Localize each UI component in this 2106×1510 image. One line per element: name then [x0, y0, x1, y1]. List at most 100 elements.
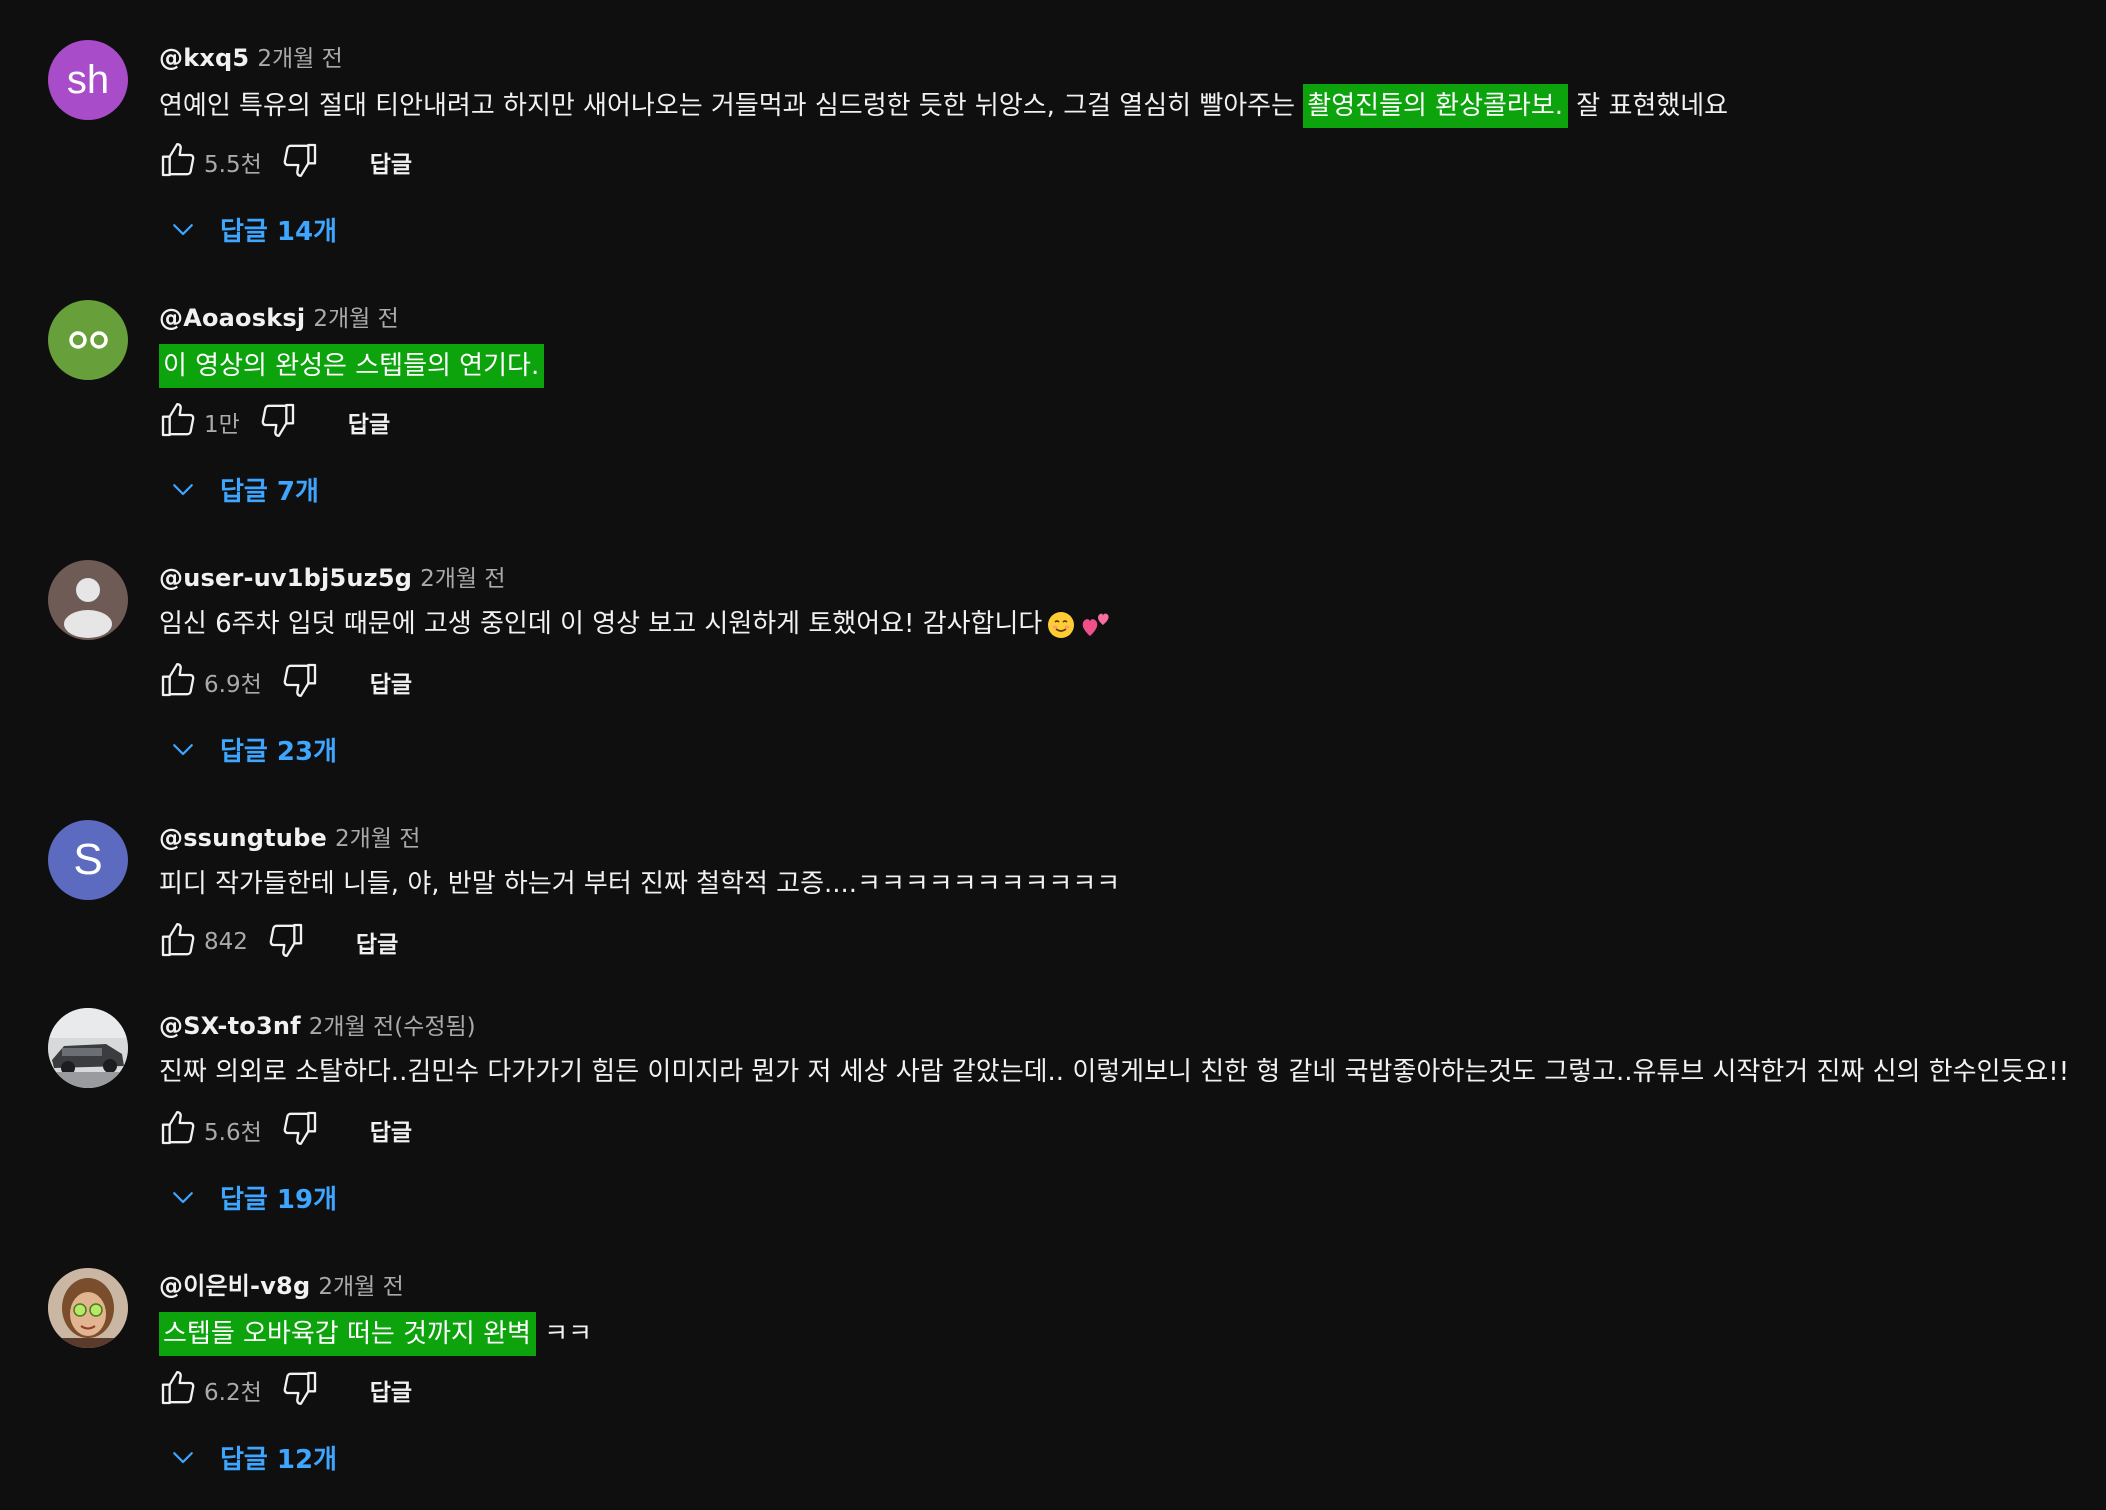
like-button[interactable] [154, 1366, 202, 1414]
dislike-button[interactable] [276, 1106, 324, 1154]
reply-button[interactable]: 답글 [370, 665, 412, 699]
highlighted-text: 촬영진들의 환상콜라보. [1303, 84, 1569, 128]
reply-button[interactable]: 답글 [348, 405, 390, 439]
comment-header: @이은비-v8g 2개월 전 [159, 1270, 404, 1302]
comment-text: 진짜 의외로 소탈하다..김민수 다가가기 힘든 이미지라 뭔가 저 세상 사람… [159, 1052, 2069, 1092]
comment-timestamp[interactable]: 2개월 전 [257, 46, 342, 72]
comment-header: @SX-to3nf 2개월 전(수정됨) [159, 1010, 476, 1042]
view-replies-button[interactable]: 답글 12개 [160, 1434, 337, 1480]
thumbs-up-icon [158, 140, 198, 184]
comment-text-segment: 잘 표현했네요 [1568, 91, 1729, 121]
thumbs-down-icon [280, 660, 320, 704]
reply-button[interactable]: 답글 [370, 1373, 412, 1407]
comment-timestamp[interactable]: 2개월 전 [313, 306, 398, 332]
chevron-down-icon [160, 466, 206, 512]
like-count: 5.6천 [204, 1120, 262, 1146]
comment-header: @user-uv1bj5uz5g 2개월 전 [159, 562, 506, 594]
thumbs-down-icon [258, 400, 298, 444]
comment-timestamp[interactable]: 2개월 전 [335, 826, 420, 852]
comment-text-segment: ㅋㅋ [535, 1319, 593, 1349]
like-button[interactable] [154, 658, 202, 706]
replies-count-label: 답글 7개 [220, 476, 319, 507]
avatar[interactable] [48, 560, 128, 640]
like-count: 842 [204, 929, 248, 955]
like-count: 5.5천 [204, 152, 262, 178]
chevron-down-icon [160, 726, 206, 772]
comment-actions: 5.5천 답글 [154, 138, 412, 186]
avatar[interactable] [48, 300, 128, 380]
highlighted-text: 스텝들 오바육갑 떠는 것까지 완벽 [159, 1312, 536, 1356]
thumbs-down-icon [266, 920, 306, 964]
like-count: 1만 [204, 412, 240, 438]
comment-actions: 6.2천 답글 [154, 1366, 412, 1414]
comment-actions: 842 답글 [154, 918, 398, 966]
avatar[interactable]: sh [48, 40, 128, 120]
avatar[interactable]: S [48, 820, 128, 900]
comment-actions: 1만 답글 [154, 398, 390, 446]
thumbs-down-icon [280, 1368, 320, 1412]
replies-count-label: 답글 19개 [220, 1184, 337, 1215]
chevron-down-icon [160, 1174, 206, 1220]
comment-header: @kxq5 2개월 전 [159, 42, 343, 74]
avatar-letters: S [73, 835, 103, 884]
chevron-down-icon [160, 1434, 206, 1480]
thumbs-down-icon [280, 140, 320, 184]
highlighted-text: 이 영상의 완성은 스텝들의 연기다. [159, 344, 545, 388]
comment-text: 연예인 특유의 절대 티안내려고 하지만 새어나오는 거들먹과 심드렁한 듯한 … [159, 84, 1729, 128]
author-name[interactable]: @Aoaosksj [159, 304, 305, 332]
avatar-letters: sh [66, 58, 110, 102]
reply-button[interactable]: 답글 [370, 1113, 412, 1147]
view-replies-button[interactable]: 답글 7개 [160, 466, 319, 512]
thumbs-up-icon [158, 400, 198, 444]
comment-actions: 5.6천 답글 [154, 1106, 412, 1154]
view-replies-button[interactable]: 답글 23개 [160, 726, 337, 772]
comment-header: @Aoaosksj 2개월 전 [159, 302, 399, 334]
comment-timestamp[interactable]: 2개월 전(수정됨) [309, 1014, 476, 1040]
like-button[interactable] [154, 138, 202, 186]
like-count: 6.9천 [204, 672, 262, 698]
comment-text-segment: 임신 6주차 입덧 때문에 고생 중인데 이 영상 보고 시원하게 토했어요! … [159, 609, 1043, 639]
smiling-face-emoji [1048, 611, 1075, 638]
two-hearts-emoji [1083, 613, 1109, 636]
comment-text: 이 영상의 완성은 스텝들의 연기다. [159, 344, 545, 388]
comment-text-segment: 진짜 의외로 소탈하다..김민수 다가가기 힘든 이미지라 뭔가 저 세상 사람… [159, 1057, 2070, 1087]
view-replies-button[interactable]: 답글 14개 [160, 206, 337, 252]
comment-timestamp[interactable]: 2개월 전 [318, 1274, 403, 1300]
thumbs-down-icon [280, 1108, 320, 1152]
author-name[interactable]: @user-uv1bj5uz5g [159, 564, 412, 592]
like-button[interactable] [154, 918, 202, 966]
dislike-button[interactable] [254, 398, 302, 446]
dislike-button[interactable] [276, 138, 324, 186]
thumbs-up-icon [158, 660, 198, 704]
comment-text-segment: 피디 작가들한테 니들, 야, 반말 하는거 부터 진짜 철학적 고증....ㅋ… [159, 869, 1121, 899]
thumbs-up-icon [158, 1108, 198, 1152]
author-name[interactable]: @kxq5 [159, 44, 249, 72]
avatar[interactable] [48, 1268, 128, 1348]
comment-text: 피디 작가들한테 니들, 야, 반말 하는거 부터 진짜 철학적 고증....ㅋ… [159, 864, 1120, 904]
dislike-button[interactable] [276, 1366, 324, 1414]
like-button[interactable] [154, 398, 202, 446]
comment-text-segment: 연예인 특유의 절대 티안내려고 하지만 새어나오는 거들먹과 심드렁한 듯한 … [159, 91, 1304, 121]
reply-button[interactable]: 답글 [370, 145, 412, 179]
replies-count-label: 답글 14개 [220, 216, 337, 247]
author-name[interactable]: @ssungtube [159, 824, 327, 852]
view-replies-button[interactable]: 답글 19개 [160, 1174, 337, 1220]
comment-text: 스텝들 오바육갑 떠는 것까지 완벽 ㅋㅋ [159, 1312, 593, 1356]
comment-text: 임신 6주차 입덧 때문에 고생 중인데 이 영상 보고 시원하게 토했어요! … [159, 604, 1112, 644]
replies-count-label: 답글 23개 [220, 736, 337, 767]
thumbs-up-icon [158, 920, 198, 964]
dislike-button[interactable] [276, 658, 324, 706]
comment-header: @ssungtube 2개월 전 [159, 822, 420, 854]
author-name[interactable]: @이은비-v8g [159, 1272, 310, 1300]
author-name[interactable]: @SX-to3nf [159, 1012, 301, 1040]
comment-actions: 6.9천 답글 [154, 658, 412, 706]
replies-count-label: 답글 12개 [220, 1444, 337, 1475]
like-button[interactable] [154, 1106, 202, 1154]
thumbs-up-icon [158, 1368, 198, 1412]
avatar[interactable] [48, 1008, 128, 1088]
chevron-down-icon [160, 206, 206, 252]
like-count: 6.2천 [204, 1380, 262, 1406]
dislike-button[interactable] [262, 918, 310, 966]
reply-button[interactable]: 답글 [356, 925, 398, 959]
comment-timestamp[interactable]: 2개월 전 [420, 566, 505, 592]
